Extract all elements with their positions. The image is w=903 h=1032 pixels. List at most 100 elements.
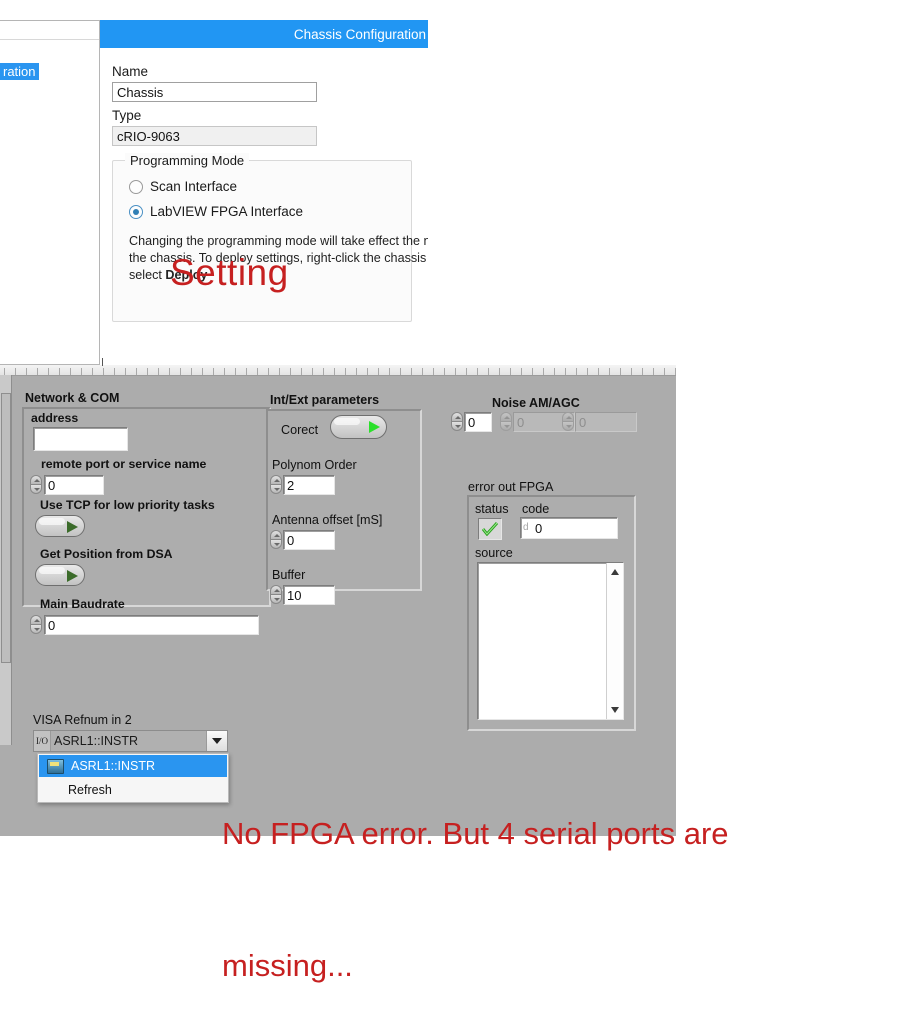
section-title-error-out: error out FPGA (468, 480, 554, 494)
radio-button-icon[interactable] (129, 179, 143, 194)
ruler-tick (59, 368, 60, 375)
buffer-spinner[interactable] (270, 585, 282, 605)
ruler-tick (334, 368, 335, 375)
ruler-tick (477, 368, 478, 375)
programming-mode-group: Programming Mode Scan Interface LabVIEW … (112, 153, 428, 322)
address-input[interactable] (33, 427, 128, 451)
name-input[interactable]: Chassis (112, 82, 317, 102)
programming-mode-legend: Programming Mode (125, 153, 250, 168)
ruler-tick (532, 368, 533, 375)
ruler-tick (422, 368, 423, 375)
tree-pane-header (0, 21, 99, 40)
antenna-offset-spinner[interactable] (270, 530, 282, 550)
scrollbar-thumb[interactable] (1, 393, 11, 663)
buffer-label: Buffer (272, 568, 306, 582)
noise-input-1[interactable]: 0 (464, 412, 492, 432)
ruler-tick (136, 368, 137, 375)
spinner-down-icon[interactable] (270, 539, 282, 549)
type-value: cRIO-9063 (112, 126, 317, 146)
spinner-down-icon (500, 421, 512, 431)
scroll-down-arrow-icon[interactable] (611, 707, 619, 713)
menu-item-label: ASRL1::INSTR (71, 759, 156, 773)
source-text-area[interactable] (477, 562, 624, 720)
spinner-down-icon[interactable] (270, 594, 282, 604)
tree-item-chassis-configuration[interactable]: ration (0, 63, 39, 80)
section-title-int-ext: Int/Ext parameters (270, 393, 380, 407)
polynom-order-input[interactable]: 2 (283, 475, 335, 495)
radio-labview-fpga-interface[interactable]: LabVIEW FPGA Interface (129, 204, 401, 219)
corect-toggle[interactable] (330, 415, 387, 439)
remote-port-input[interactable]: 0 (44, 475, 104, 495)
source-scrollbar[interactable] (606, 563, 623, 719)
ruler-tick (609, 368, 610, 375)
status-indicator (478, 518, 502, 540)
antenna-offset-input[interactable]: 0 (283, 530, 335, 550)
ruler-tick (180, 368, 181, 375)
polynom-order-label: Polynom Order (272, 458, 357, 472)
source-label: source (475, 546, 513, 560)
use-tcp-toggle[interactable] (35, 515, 85, 537)
ruler-tick (213, 368, 214, 375)
radio-button-selected-icon[interactable] (129, 204, 143, 219)
spinner-down-icon[interactable] (270, 484, 282, 494)
main-baudrate-input[interactable]: 0 (44, 615, 259, 635)
code-radix-indicator[interactable]: d (523, 522, 529, 533)
ruler-tick (114, 368, 115, 375)
menu-item-asrl1-instr[interactable]: ASRL1::INSTR (39, 755, 227, 777)
ruler-tick (488, 368, 489, 375)
main-baudrate-label: Main Baudrate (40, 597, 125, 611)
noise-input-3: 0 (575, 412, 637, 432)
ruler-tick (268, 368, 269, 375)
ruler-tick (675, 368, 676, 375)
main-baudrate-spinner[interactable] (30, 615, 42, 635)
code-input[interactable]: 0 (520, 517, 618, 539)
ruler-tick (257, 368, 258, 375)
remote-port-spinner[interactable] (30, 475, 42, 495)
ruler-tick (499, 368, 500, 375)
visa-refnum-value[interactable]: ASRL1::INSTR (51, 731, 206, 751)
ruler-tick (323, 368, 324, 375)
menu-item-refresh[interactable]: Refresh (38, 778, 228, 802)
get-position-label: Get Position from DSA (40, 547, 173, 561)
ruler-caret (102, 358, 103, 366)
check-mark-icon (482, 522, 498, 536)
get-position-toggle[interactable] (35, 564, 85, 586)
code-label: code (522, 502, 550, 516)
section-title-noise: Noise AM/AGC (492, 396, 580, 410)
ruler-tick (48, 368, 49, 375)
ruler-tick (15, 368, 16, 375)
chassis-configuration-pane: Chassis Configuration Name Chassis Type … (100, 20, 428, 365)
spinner-down-icon[interactable] (30, 484, 42, 494)
ruler-tick (26, 368, 27, 375)
ruler-tick (466, 368, 467, 375)
ruler-tick (444, 368, 445, 375)
ruler-tick (587, 368, 588, 375)
ruler-tick (543, 368, 544, 375)
polynom-order-spinner[interactable] (270, 475, 282, 495)
ruler-tick (345, 368, 346, 375)
spinner-down-icon[interactable] (451, 421, 463, 431)
ruler-tick (521, 368, 522, 375)
status-label: status (475, 502, 509, 516)
ruler-tick (400, 368, 401, 375)
ruler-tick (202, 368, 203, 375)
configuration-tree-pane[interactable]: ration (0, 20, 100, 365)
ruler-tick (37, 368, 38, 375)
buffer-input[interactable]: 10 (283, 585, 335, 605)
toggle-highlight (39, 518, 65, 525)
visa-refnum-combo[interactable]: I/O ASRL1::INSTR (33, 730, 228, 752)
noise-spinner-1[interactable] (451, 412, 463, 432)
ruler-tick (378, 368, 379, 375)
chassis-configuration-title: Chassis Configuration (100, 20, 428, 48)
help-line-1: Changing the programming mode will take … (129, 234, 428, 248)
ruler-tick (433, 368, 434, 375)
visa-refnum-dropdown-menu[interactable]: ASRL1::INSTR Refresh (37, 753, 229, 803)
ruler-tick (169, 368, 170, 375)
ruler-tick (290, 368, 291, 375)
panel-vertical-scrollbar[interactable] (0, 375, 12, 745)
radio-scan-interface[interactable]: Scan Interface (129, 179, 401, 194)
ruler-tick (455, 368, 456, 375)
ruler-tick (103, 368, 104, 375)
spinner-down-icon[interactable] (30, 624, 42, 634)
scroll-up-arrow-icon[interactable] (611, 569, 619, 575)
